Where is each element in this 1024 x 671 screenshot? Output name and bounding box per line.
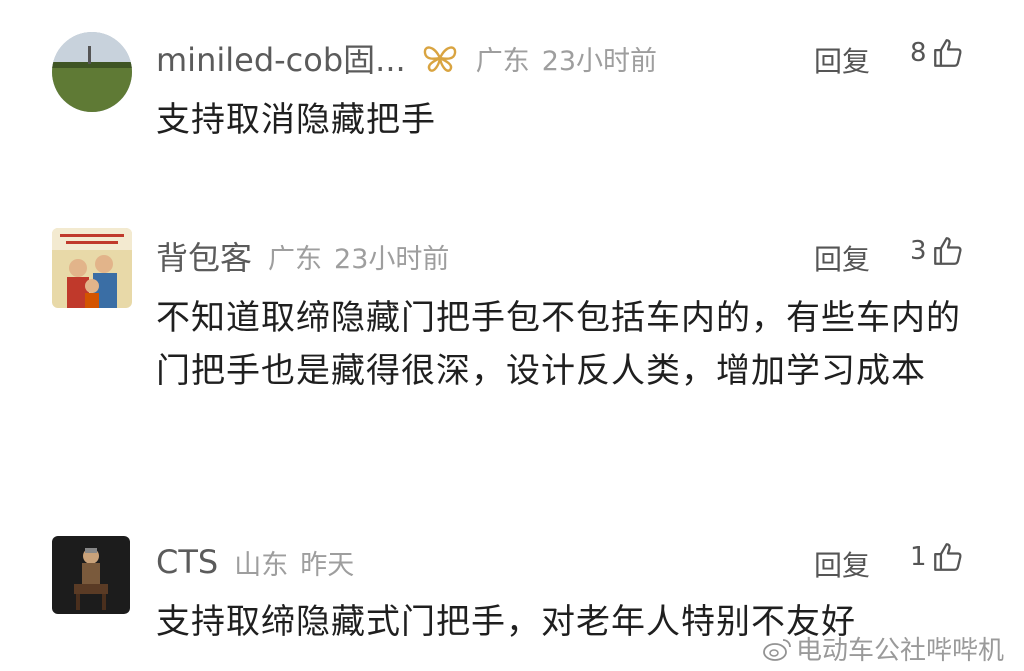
watermark: 电动车公社哔哔机 (762, 630, 1004, 667)
avatar[interactable] (52, 536, 130, 614)
timestamp: 昨天 (300, 549, 355, 581)
comment-item: CTS 山东 昨天 回复 1 支持取缔隐藏式门把手，对老年人特别不友好 (0, 0, 1024, 671)
comment-meta: CTS 山东 昨天 (156, 540, 354, 584)
like-button[interactable]: 1 (910, 540, 965, 574)
thumbs-up-icon (933, 543, 962, 571)
location-time: 山东 昨天 (234, 543, 354, 582)
watermark-text: 电动车公社哔哔机 (796, 636, 1005, 666)
weibo-icon (763, 638, 791, 661)
username[interactable]: CTS (156, 543, 218, 581)
like-count: 1 (910, 542, 927, 572)
reply-button[interactable]: 回复 (814, 544, 870, 584)
location: 山东 (234, 549, 289, 581)
